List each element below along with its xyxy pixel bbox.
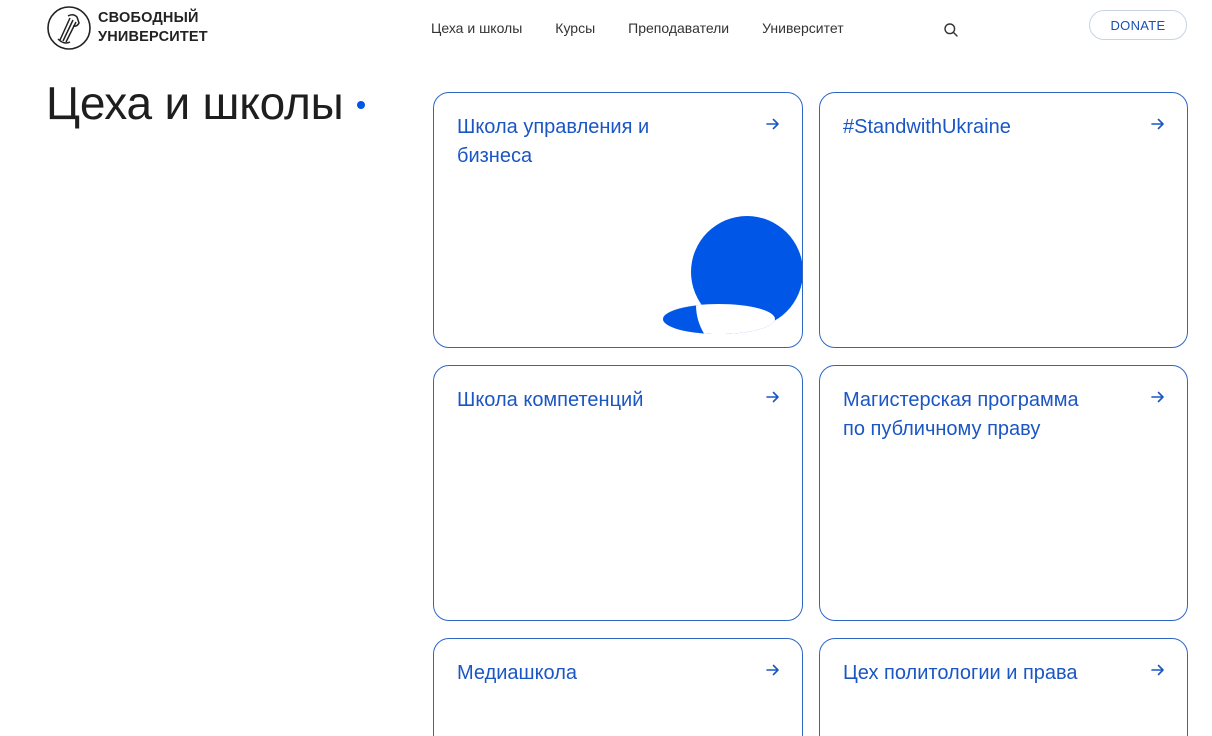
card-standwithukraine[interactable]: #StandwithUkraine	[819, 92, 1188, 348]
arrow-right-icon	[1151, 118, 1164, 130]
main-nav: Цеха и школы Курсы Преподаватели Универс…	[431, 18, 877, 38]
nav-item-courses[interactable]: Курсы	[555, 18, 595, 38]
logo-line-1: СВОБОДНЫЙ	[98, 10, 199, 26]
logo-line-2: УНИВЕРСИТЕТ	[98, 29, 208, 45]
page-title: Цеха и школы	[46, 77, 344, 129]
card-political-science-law[interactable]: Цех политологии и права	[819, 638, 1188, 736]
abstract-circle-illustration	[663, 216, 802, 334]
site-logo[interactable]: СВОБОДНЫЙ УНИВЕРСИТЕТ	[46, 5, 208, 51]
card-masters-public-law[interactable]: Магистерская программа по публичному пра…	[819, 365, 1188, 621]
logo-text: СВОБОДНЫЙ УНИВЕРСИТЕТ	[98, 9, 208, 47]
page: СВОБОДНЫЙ УНИВЕРСИТЕТ Цеха и школы Курсы…	[0, 0, 1212, 736]
donate-button[interactable]: DONATE	[1089, 10, 1187, 40]
card-title: Цех политологии и права	[843, 662, 1078, 684]
card-title: Школа управления и бизнеса	[457, 116, 650, 167]
card-school-competencies[interactable]: Школа компетенций	[433, 365, 803, 621]
arrow-right-icon	[766, 664, 779, 676]
card-title: Магистерская программа по публичному пра…	[843, 389, 1079, 440]
arrow-right-icon	[1151, 664, 1164, 676]
arrow-right-icon	[1151, 391, 1164, 403]
raised-fist-logo-icon	[47, 6, 91, 50]
search-icon[interactable]	[943, 22, 959, 38]
arrow-right-icon	[766, 118, 779, 130]
nav-item-workshops-schools[interactable]: Цеха и школы	[431, 18, 522, 38]
card-school-management-business[interactable]: Школа управления и бизнеса	[433, 92, 803, 348]
nav-item-teachers[interactable]: Преподаватели	[628, 18, 729, 38]
nav-item-university[interactable]: Университет	[762, 18, 843, 38]
site-header: СВОБОДНЫЙ УНИВЕРСИТЕТ Цеха и школы Курсы…	[0, 0, 1212, 60]
card-title: Медиашкола	[457, 662, 578, 684]
card-title: #StandwithUkraine	[843, 116, 1011, 138]
card-title: Школа компетенций	[457, 389, 644, 411]
card-media-school[interactable]: Медиашкола	[433, 638, 803, 736]
title-accent-dot	[357, 101, 365, 109]
arrow-right-icon	[766, 391, 779, 403]
